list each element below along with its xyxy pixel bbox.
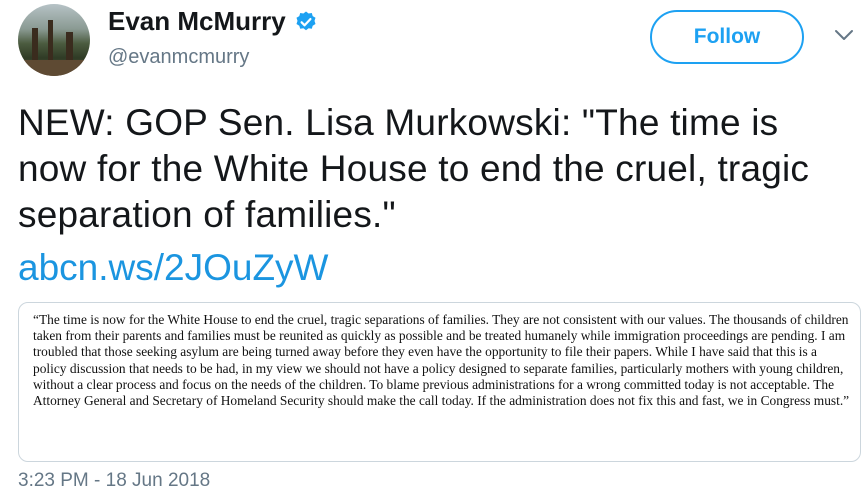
- author-name-row: Evan McMurry: [108, 6, 318, 37]
- verified-badge-icon: [294, 10, 318, 34]
- tweet-link[interactable]: abcn.ws/2JOuZyW: [18, 245, 328, 291]
- quote-text: “The time is now for the White House to …: [33, 312, 850, 409]
- avatar[interactable]: [18, 4, 90, 76]
- quote-image-card[interactable]: “The time is now for the White House to …: [18, 302, 861, 462]
- follow-button[interactable]: Follow: [650, 10, 804, 64]
- author-handle[interactable]: @evanmcmurry: [108, 46, 249, 69]
- author-display-name[interactable]: Evan McMurry: [108, 6, 286, 37]
- avatar-ground: [18, 60, 90, 76]
- tweet-text: NEW: GOP Sen. Lisa Murkowski: "The time …: [18, 102, 810, 235]
- tweet-header: Evan McMurry @evanmcmurry Follow: [0, 0, 865, 80]
- chevron-down-icon[interactable]: [834, 28, 854, 42]
- tweet-timestamp[interactable]: 3:23 PM - 18 Jun 2018: [18, 470, 210, 492]
